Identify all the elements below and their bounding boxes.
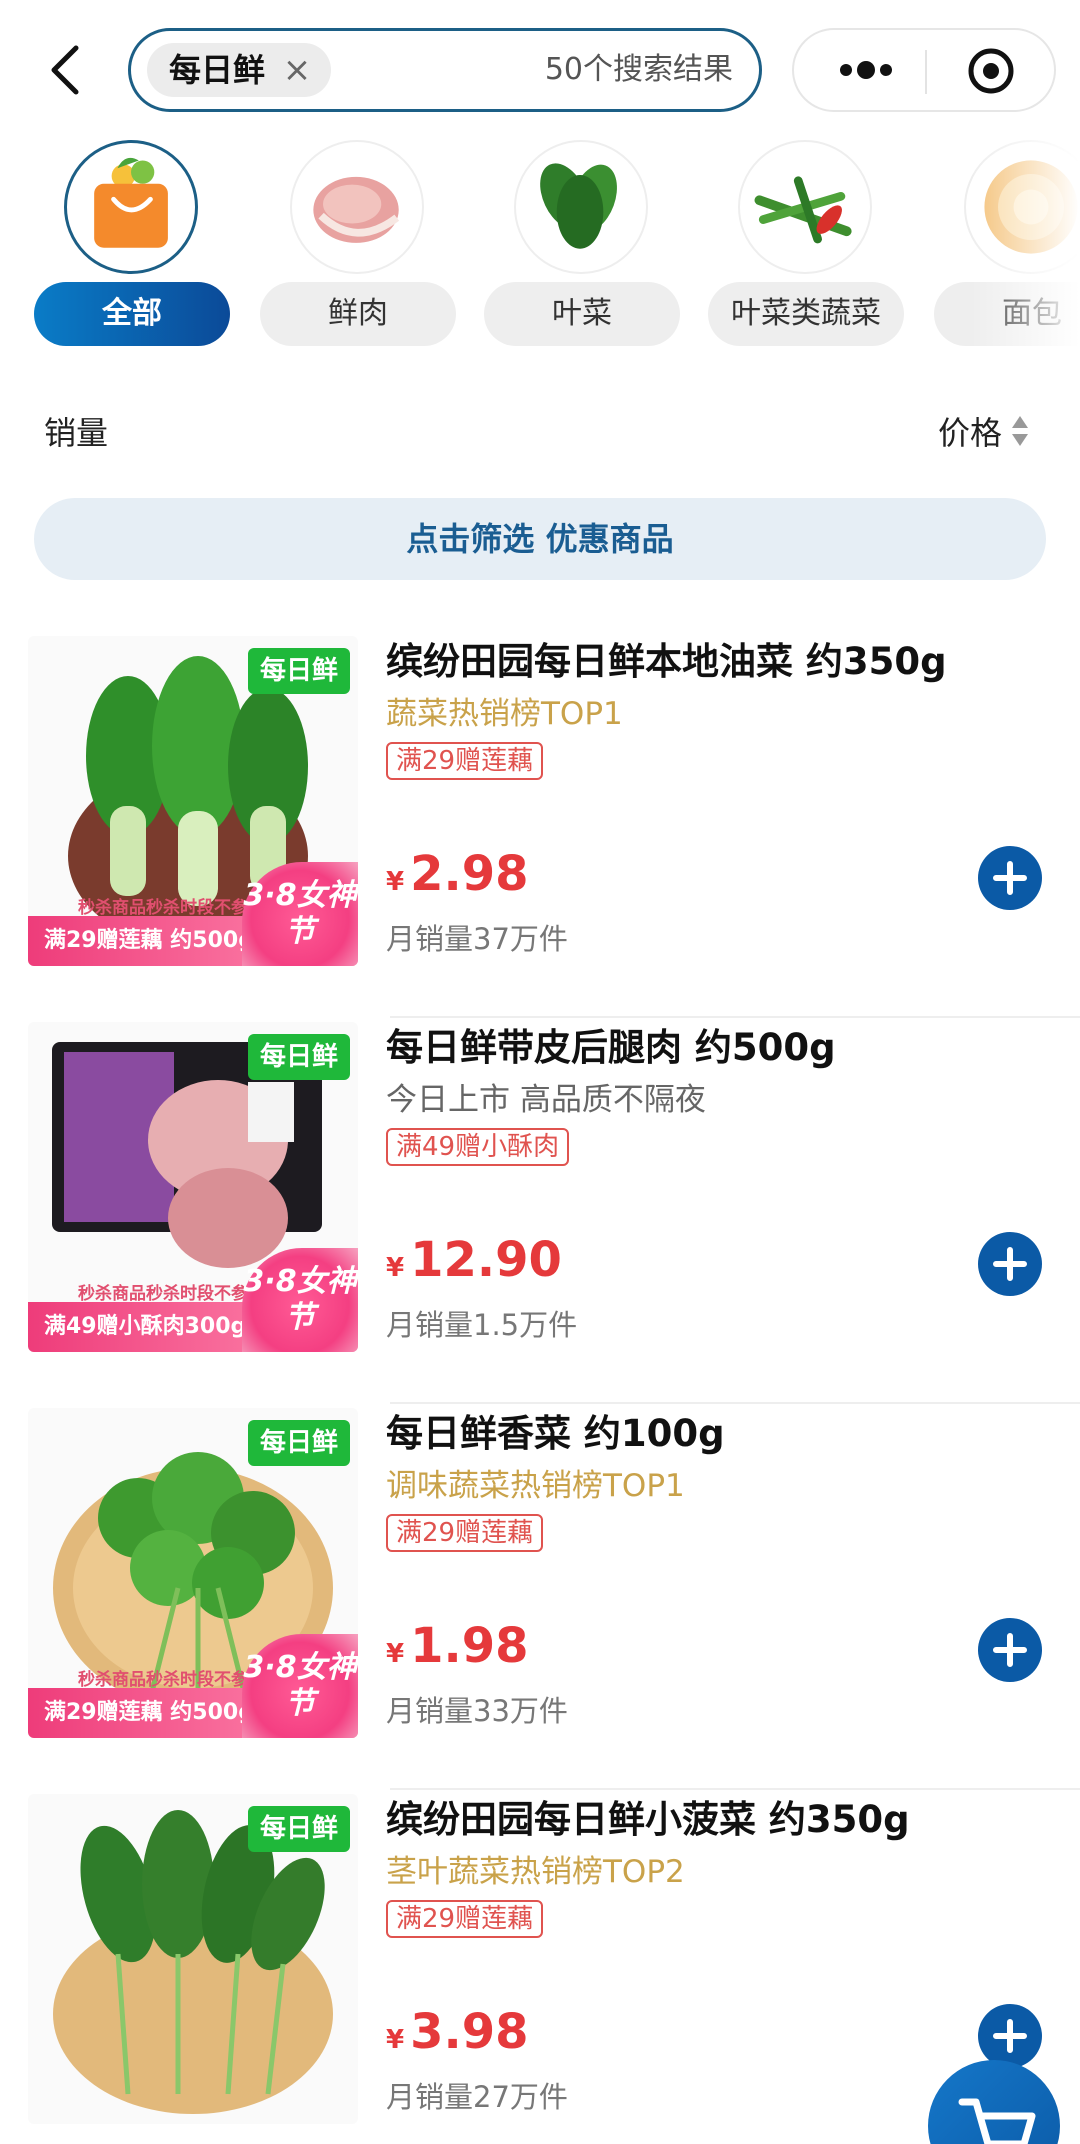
product-rank: 调味蔬菜热销榜TOP1 xyxy=(386,1468,685,1504)
image-note: 秒杀商品秒杀时段不参与 xyxy=(78,1284,265,1304)
price: ¥12.90 xyxy=(386,1232,562,1288)
promo-tag: 满29赠莲藕 xyxy=(386,742,544,780)
monthly-sales: 月销量33万件 xyxy=(386,1694,568,1728)
category-meat-image xyxy=(290,140,424,274)
category-label: 叶菜类蔬菜 xyxy=(708,282,904,346)
add-to-cart-icon[interactable] xyxy=(978,1618,1042,1682)
close-icon[interactable]: × xyxy=(281,43,313,97)
top-bar: 每日鲜 × 50个搜索结果 xyxy=(0,0,1080,140)
sort-by-sales[interactable]: 销量 xyxy=(44,408,108,454)
category-leafy[interactable]: 叶菜 xyxy=(484,140,680,360)
promo-tag: 满29赠莲藕 xyxy=(386,1900,544,1938)
product-rank: 茎叶蔬菜热销榜TOP2 xyxy=(386,1854,685,1890)
add-to-cart-icon[interactable] xyxy=(978,2004,1042,2068)
sort-arrows-icon[interactable] xyxy=(1010,414,1030,448)
category-meat[interactable]: 鲜肉 xyxy=(260,140,456,360)
cart-icon xyxy=(958,2098,1036,2144)
category-all-image xyxy=(64,140,198,274)
price-value: 2.98 xyxy=(410,846,529,902)
fresh-badge: 每日鲜 xyxy=(247,648,350,694)
monthly-sales: 月销量37万件 xyxy=(386,922,568,956)
category-row: 全部 鲜肉 叶菜 叶菜类蔬菜 xyxy=(0,140,1080,370)
category-leafy-image xyxy=(514,140,648,274)
product-card[interactable]: 每日鲜 缤纷田园每日鲜小菠菜 约350g 茎叶蔬菜热销榜TOP2 满29赠莲藕 … xyxy=(0,1794,1080,2144)
monthly-sales: 月销量27万件 xyxy=(386,2080,568,2114)
add-to-cart-icon[interactable] xyxy=(978,1232,1042,1296)
festival-badge: 3·8女神节 xyxy=(242,1248,358,1352)
sort-by-price[interactable]: 价格 xyxy=(938,408,1002,454)
image-note: 秒杀商品秒杀时段不参与 xyxy=(78,898,265,918)
currency: ¥ xyxy=(386,1639,405,1669)
back-icon[interactable] xyxy=(42,40,92,100)
festival-badge: 3·8女神节 xyxy=(242,862,358,966)
category-all[interactable]: 全部 xyxy=(34,140,230,360)
product-image[interactable]: 每日鲜 秒杀商品秒杀时段不参与 满29赠莲藕 约500g 3·8女神节 xyxy=(28,636,358,966)
product-subtitle: 今日上市 高品质不隔夜 xyxy=(386,1082,706,1118)
promo-tag: 满29赠莲藕 xyxy=(386,1514,544,1552)
price-value: 3.98 xyxy=(410,2004,529,2060)
price-value: 1.98 xyxy=(410,1618,529,1674)
category-label: 全部 xyxy=(34,282,230,346)
divider xyxy=(390,1016,1080,1018)
mini-program-capsule xyxy=(792,28,1056,112)
more-icon[interactable] xyxy=(824,30,904,110)
product-card[interactable]: 每日鲜 秒杀商品秒杀时段不参与 满49赠小酥肉300g 3·8女神节 每日鲜带皮… xyxy=(0,1022,1080,1408)
category-leafy-veg[interactable]: 叶菜类蔬菜 xyxy=(708,140,904,360)
product-title[interactable]: 缤纷田园每日鲜小菠菜 约350g xyxy=(386,1794,1066,1846)
product-title[interactable]: 每日鲜带皮后腿肉 约500g xyxy=(386,1022,1066,1074)
currency: ¥ xyxy=(386,1253,405,1283)
fresh-badge: 每日鲜 xyxy=(247,1420,350,1466)
festival-badge: 3·8女神节 xyxy=(242,1634,358,1738)
result-count: 50个搜索结果 xyxy=(544,52,733,87)
product-image[interactable]: 每日鲜 xyxy=(28,1794,358,2124)
price: ¥1.98 xyxy=(386,1618,529,1674)
category-leafy-veg-image xyxy=(738,140,872,274)
currency: ¥ xyxy=(386,867,405,897)
product-image[interactable]: 每日鲜 秒杀商品秒杀时段不参与 满49赠小酥肉300g 3·8女神节 xyxy=(28,1022,358,1352)
product-title[interactable]: 每日鲜香菜 约100g xyxy=(386,1408,1066,1460)
fresh-badge: 每日鲜 xyxy=(247,1806,350,1852)
product-card[interactable]: 每日鲜 秒杀商品秒杀时段不参与 满29赠莲藕 约500g 3·8女神节 缤纷田园… xyxy=(0,636,1080,1022)
search-chip-label: 每日鲜 xyxy=(169,51,266,89)
divider xyxy=(390,1788,1080,1790)
product-title[interactable]: 缤纷田园每日鲜本地油菜 约350g xyxy=(386,636,1066,688)
search-chip[interactable]: 每日鲜 × xyxy=(147,43,332,97)
image-note: 秒杀商品秒杀时段不参与 xyxy=(78,1670,265,1690)
filter-discount-button[interactable]: 点击筛选 优惠商品 xyxy=(34,498,1046,580)
monthly-sales: 月销量1.5万件 xyxy=(386,1308,578,1342)
fresh-badge: 每日鲜 xyxy=(247,1034,350,1080)
currency: ¥ xyxy=(386,2025,405,2055)
search-box[interactable]: 每日鲜 × 50个搜索结果 xyxy=(128,28,762,112)
price-value: 12.90 xyxy=(410,1232,562,1288)
price: ¥2.98 xyxy=(386,846,529,902)
category-label: 叶菜 xyxy=(484,282,680,346)
product-card[interactable]: 每日鲜 秒杀商品秒杀时段不参与 满29赠莲藕 约500g 3·8女神节 每日鲜香… xyxy=(0,1408,1080,1794)
sort-bar: 销量 价格 xyxy=(0,390,1080,470)
capsule-divider xyxy=(925,50,927,94)
target-icon[interactable] xyxy=(966,46,1016,96)
cart-button[interactable] xyxy=(928,2060,1060,2144)
divider xyxy=(390,1402,1080,1404)
price: ¥3.98 xyxy=(386,2004,529,2060)
promo-tag: 满49赠小酥肉 xyxy=(386,1128,570,1166)
category-label: 鲜肉 xyxy=(260,282,456,346)
product-rank: 蔬菜热销榜TOP1 xyxy=(386,696,623,732)
category-scroll-fade xyxy=(970,140,1080,370)
add-to-cart-icon[interactable] xyxy=(978,846,1042,910)
product-image[interactable]: 每日鲜 秒杀商品秒杀时段不参与 满29赠莲藕 约500g 3·8女神节 xyxy=(28,1408,358,1738)
